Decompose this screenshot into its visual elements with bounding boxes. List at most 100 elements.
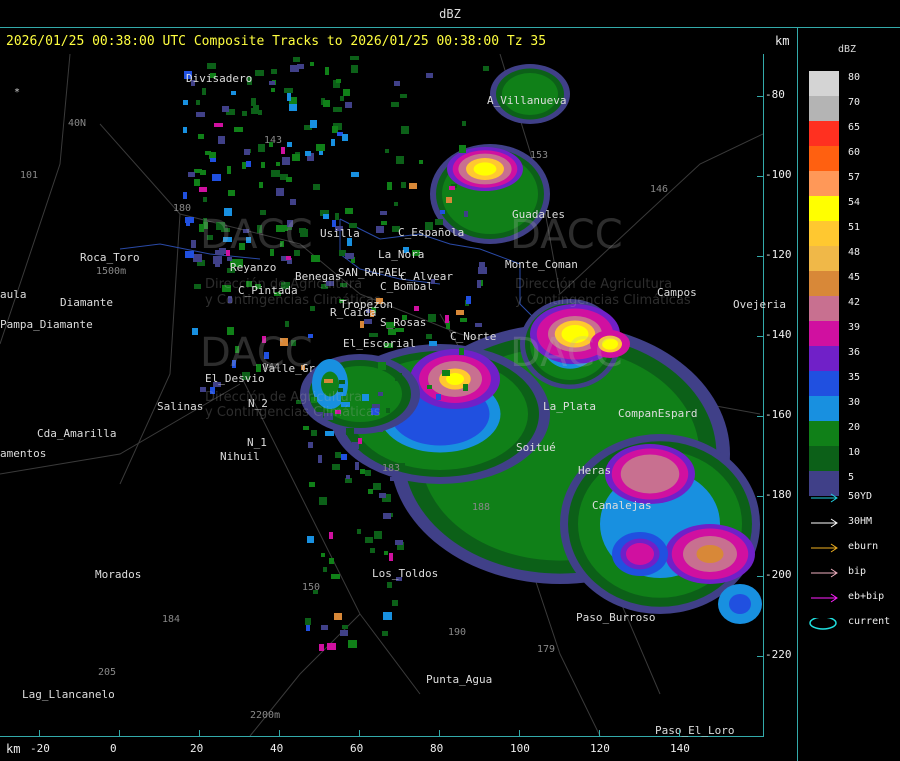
track-legend-30HM: 30HM — [809, 516, 900, 530]
watermark-brand-4: DACC — [510, 330, 623, 376]
route-label: 205 — [98, 667, 117, 678]
map-frame — [0, 54, 764, 737]
x-tick-label: 120 — [590, 742, 610, 755]
place-label: amentos — [0, 447, 47, 460]
route-label: 144 — [262, 362, 281, 373]
x-tick-mark — [679, 730, 680, 736]
track-legend-eb+bip: eb+bip — [809, 591, 900, 605]
route-label: 1500m — [96, 266, 127, 277]
x-tick-label: 0 — [110, 742, 117, 755]
route-label: 40N — [68, 118, 87, 129]
legend-value-65: 65 — [848, 122, 861, 133]
x-tick-label: 60 — [350, 742, 364, 755]
x-unit-label: km — [6, 742, 21, 756]
legend-swatch-39 — [809, 321, 839, 346]
place-label: El_Escorial — [343, 337, 416, 350]
y-tick-label: -180 — [765, 488, 792, 501]
place-label: La_Plata — [543, 400, 596, 413]
route-label: 183 — [382, 463, 401, 474]
y-tick-label: -160 — [765, 408, 792, 421]
place-label: Nihuil — [220, 450, 260, 463]
track-label: bip — [848, 566, 867, 577]
place-label: Guadales — [512, 208, 565, 221]
x-tick-label: 20 — [190, 742, 204, 755]
legend-swatch-60 — [809, 146, 839, 171]
place-label: La_Nora — [378, 248, 425, 261]
legend-value-51: 51 — [848, 222, 861, 233]
legend-swatch-48 — [809, 246, 839, 271]
watermark-line2-c: y Contingencias Climáticas — [205, 405, 381, 420]
place-label: SAN_RAFAEL — [338, 266, 405, 279]
window-title: dBZ — [439, 7, 461, 21]
legend-swatch-36 — [809, 346, 839, 371]
place-label: El_Desvio — [205, 372, 265, 385]
legend-value-60: 60 — [848, 147, 861, 158]
legend-swatch-54 — [809, 196, 839, 221]
x-tick-mark — [279, 730, 280, 736]
x-tick-label: -20 — [30, 742, 50, 755]
place-label: Salinas — [157, 400, 204, 413]
place-label: Pampa_Diamante — [0, 318, 93, 331]
route-label: 153 — [530, 150, 549, 161]
route-label: 150 — [302, 582, 321, 593]
track-label: eburn — [848, 541, 879, 552]
legend-value-5: 5 — [848, 472, 855, 483]
legend-value-35: 35 — [848, 372, 861, 383]
place-label: C_Española — [398, 226, 465, 239]
place-label: C_Norte — [450, 330, 497, 343]
watermark-line1-b: Dirección de Agricultura — [515, 277, 673, 292]
header-caption: 2026/01/25 00:38:00 UTC Composite Tracks… — [6, 34, 547, 49]
y-tick-label: -80 — [765, 88, 785, 101]
place-label: Roca_Toro — [80, 251, 140, 264]
legend-swatch-57 — [809, 171, 839, 196]
track-arrow-icon — [811, 593, 838, 603]
place-label: S_Rosas — [380, 316, 427, 329]
legend-value-36: 36 — [848, 347, 861, 358]
legend-swatch-30 — [809, 396, 839, 421]
legend-value-48: 48 — [848, 247, 861, 258]
track-arrow-icon — [811, 493, 838, 503]
track-legend-50YD: 50YD — [809, 491, 900, 505]
legend-swatch-70 — [809, 96, 839, 121]
place-label: Benegas — [295, 270, 342, 283]
place-label: Usilla — [320, 227, 360, 240]
place-label: Soitué — [516, 441, 556, 454]
x-tick-label: 140 — [670, 742, 690, 755]
place-label: Monte_Coman — [505, 258, 578, 271]
y-tick-mark — [757, 176, 763, 177]
watermark-brand-1: DACC — [200, 212, 313, 258]
place-label: Morados — [95, 568, 142, 581]
current-ellipse-icon — [809, 618, 837, 630]
track-arrow-icon — [811, 543, 838, 553]
route-label: 2200m — [250, 710, 281, 721]
x-tick-mark — [199, 730, 200, 736]
place-label: CompanEspard — [618, 407, 698, 420]
x-tick-label: 100 — [510, 742, 530, 755]
y-tick-mark — [757, 256, 763, 257]
x-tick-mark — [119, 730, 120, 736]
y-tick-mark — [757, 336, 763, 337]
place-label: Los_Toldos — [372, 567, 439, 580]
legend-value-20: 20 — [848, 422, 861, 433]
place-label: Heras — [578, 464, 612, 477]
place-label: Reyanzo — [230, 261, 277, 274]
place-label: R_Caida — [330, 306, 377, 319]
y-tick-label: -220 — [765, 648, 792, 661]
place-label: Campos — [657, 286, 697, 299]
route-label: 146 — [650, 184, 669, 195]
y-tick-mark — [757, 416, 763, 417]
x-tick-label: 80 — [430, 742, 444, 755]
place-label: Lag_Llancanelo — [22, 688, 115, 701]
y-tick-mark — [757, 576, 763, 577]
x-tick-mark — [519, 730, 520, 736]
track-label: current — [848, 616, 891, 627]
legend-swatch-35 — [809, 371, 839, 396]
legend-value-45: 45 — [848, 272, 861, 283]
legend-value-70: 70 — [848, 97, 861, 108]
window-title-bar: dBZ — [0, 0, 900, 28]
place-label: Divisadero — [186, 72, 253, 85]
track-label: eb+bip — [848, 591, 885, 602]
x-tick-mark — [359, 730, 360, 736]
route-label: 143 — [264, 135, 283, 146]
track-label: 30HM — [848, 516, 873, 527]
